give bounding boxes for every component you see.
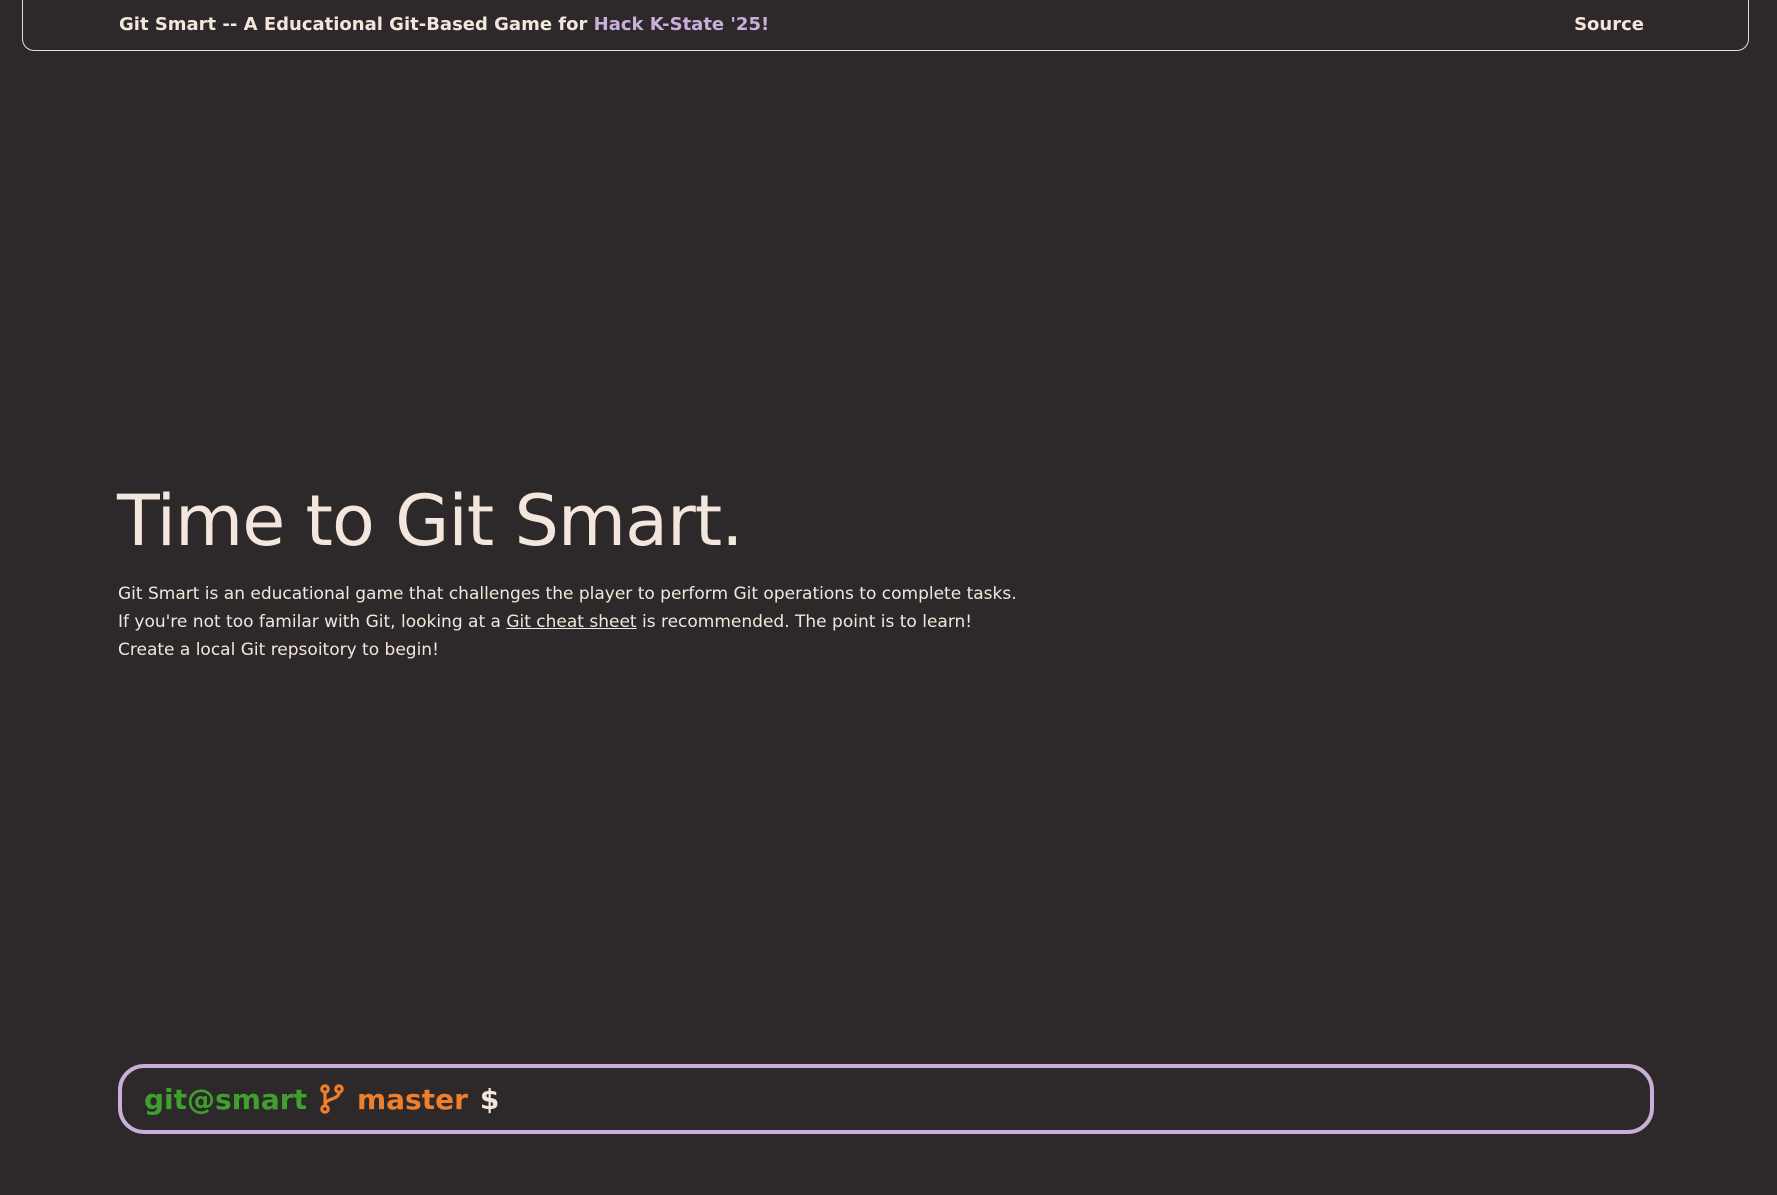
intro-description: Git Smart is an educational game that ch… bbox=[118, 580, 1033, 664]
terminal-prompt-bar[interactable]: git@smart master $ bbox=[118, 1064, 1654, 1134]
prompt-user-host: git@smart bbox=[144, 1082, 307, 1116]
site-title: Git Smart -- A Educational Git-Based Gam… bbox=[119, 14, 769, 35]
prompt-branch-name: master bbox=[356, 1082, 468, 1116]
hack-kstate-label: Hack K-State '25! bbox=[593, 14, 770, 35]
git-cheat-sheet-link[interactable]: Git cheat sheet bbox=[506, 612, 636, 632]
command-input[interactable] bbox=[509, 1084, 1630, 1114]
prompt-dollar-sign: $ bbox=[479, 1082, 500, 1116]
site-title-text: Git Smart -- A Educational Git-Based Gam… bbox=[119, 14, 594, 35]
git-branch-icon bbox=[319, 1084, 345, 1114]
page-title: Time to Git Smart. bbox=[117, 480, 743, 562]
top-navbar: Git Smart -- A Educational Git-Based Gam… bbox=[22, 0, 1749, 51]
source-link[interactable]: Source bbox=[1574, 14, 1644, 35]
